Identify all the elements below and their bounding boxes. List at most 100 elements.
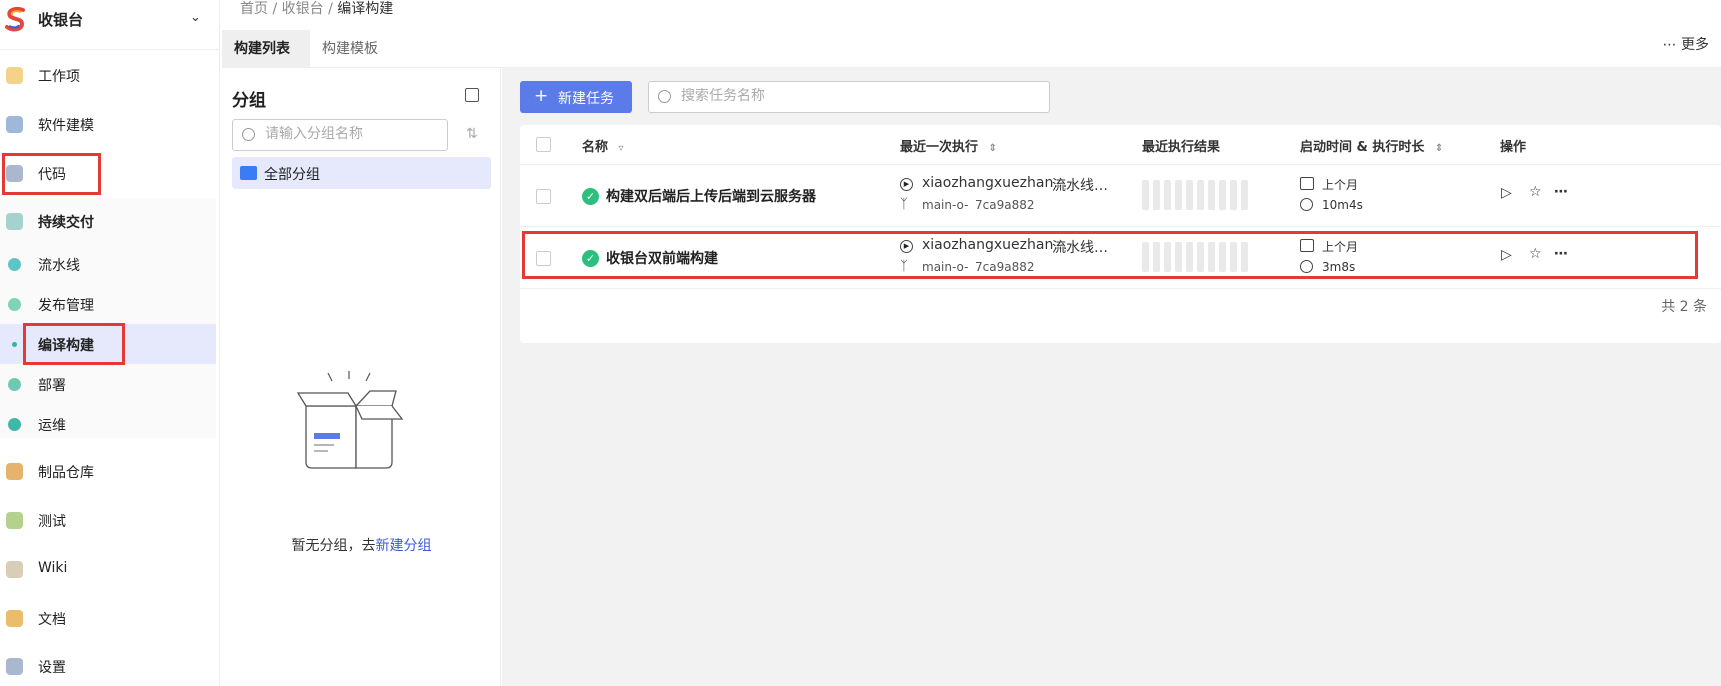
result-bar	[1208, 180, 1215, 210]
delivery-icon	[6, 213, 23, 230]
tab-build-list[interactable]: 构建列表	[222, 30, 310, 68]
tab-build-template[interactable]: 构建模板	[310, 30, 398, 68]
breadcrumb-home[interactable]: 首页	[240, 1, 268, 17]
new-task-label: 新建任务	[558, 91, 614, 107]
testing-icon	[6, 512, 23, 529]
table-header: 名称 ▿ 最近一次执行 ⇕ 最近执行结果 启动时间 & 执行时长 ⇕ 操作	[520, 125, 1721, 165]
new-task-button[interactable]: + 新建任务	[520, 81, 632, 113]
ops-icon	[8, 418, 21, 431]
table-row[interactable]: ✓ 构建双后端后上传后端到云服务器 ▶ xiaozhangxuezhan… 流水…	[520, 165, 1721, 227]
column-label: 启动时间 & 执行时长	[1300, 140, 1425, 155]
play-circle-icon: ▶	[900, 178, 913, 191]
result-bar	[1230, 180, 1237, 210]
sidebar-item-wiki[interactable]: Wiki	[0, 549, 216, 589]
top-bar: 首页 / 收银台 / 编译构建 构建列表 构建模板 ⋯ 更多	[222, 0, 1721, 68]
column-header-last-result: 最近执行结果	[1142, 136, 1220, 155]
sort-icon[interactable]: ⇕	[1435, 143, 1443, 154]
sidebar-item-pipeline[interactable]: 流水线	[0, 244, 216, 284]
chevron-down-icon[interactable]: ⌄	[190, 10, 201, 25]
sidebar-item-delivery[interactable]: 持续交付	[0, 201, 216, 241]
group-search	[232, 119, 448, 151]
clock-icon	[1300, 198, 1313, 211]
highlight-box-code	[2, 153, 101, 195]
empty-message: 暂无分组，去	[291, 538, 376, 554]
search-icon	[242, 128, 255, 141]
group-item-all[interactable]: 全部分组	[232, 157, 491, 189]
sidebar-item-label: 持续交付	[38, 215, 94, 231]
run-repo[interactable]: xiaozhangxuezhan…	[922, 175, 1067, 191]
highlight-box-build	[23, 323, 125, 365]
more-label: 更多	[1681, 37, 1709, 53]
star-icon[interactable]: ☆	[1529, 184, 1542, 200]
sidebar-item-deploy[interactable]: 部署	[0, 364, 216, 404]
column-label: 操作	[1500, 140, 1527, 155]
column-header-ops: 操作	[1500, 136, 1526, 155]
calendar-icon	[1300, 177, 1314, 190]
sidebar-item-label: 软件建模	[38, 118, 94, 134]
sidebar-item-label: 运维	[38, 418, 66, 434]
sort-icon[interactable]: ⇕	[989, 143, 997, 154]
sidebar-item-testing[interactable]: 测试	[0, 500, 216, 540]
group-item-label: 全部分组	[264, 167, 320, 183]
sidebar-item-label: 工作项	[38, 69, 80, 85]
collapse-panel-icon[interactable]	[465, 88, 479, 102]
highlight-box-row	[522, 231, 1698, 279]
task-name-link[interactable]: 构建双后端后上传后端到云服务器	[606, 186, 816, 206]
result-bars	[1142, 180, 1248, 210]
run-icon[interactable]: ▷	[1501, 185, 1512, 201]
sidebar-item-settings[interactable]: 设置	[0, 646, 216, 686]
sidebar-item-docs[interactable]: 文档	[0, 598, 216, 638]
result-bar	[1142, 180, 1149, 210]
result-bar	[1241, 180, 1248, 210]
modeling-icon	[6, 116, 23, 133]
more-actions-icon[interactable]: ⋯	[1554, 184, 1568, 200]
app-name: 收银台	[38, 11, 84, 29]
result-bar	[1197, 180, 1204, 210]
sidebar-item-label: 制品仓库	[38, 465, 94, 481]
run-pipeline[interactable]: 流水线…	[1052, 175, 1108, 195]
group-title: 分组	[232, 91, 266, 111]
app-switcher[interactable]: 收银台 ⌄	[0, 0, 220, 50]
tab-label: 构建列表	[234, 41, 290, 57]
sidebar-item-label: 流水线	[38, 258, 80, 274]
breadcrumb: 首页 / 收银台 / 编译构建	[240, 0, 393, 18]
release-icon	[8, 298, 21, 311]
deploy-icon	[8, 378, 21, 391]
wiki-icon	[6, 561, 23, 578]
breadcrumb-project[interactable]: 收银台	[282, 1, 324, 17]
more-button[interactable]: ⋯ 更多	[1663, 34, 1709, 54]
plus-icon: +	[534, 86, 549, 106]
sidebar-item-modeling[interactable]: 软件建模	[0, 104, 216, 144]
group-search-input[interactable]	[265, 126, 440, 142]
empty-group-text: 暂无分组，去新建分组	[222, 535, 501, 555]
total-count: 共 2 条	[1661, 299, 1707, 315]
empty-box-illustration	[296, 371, 404, 469]
pipeline-icon	[8, 258, 21, 271]
result-bar	[1219, 180, 1226, 210]
result-bar	[1153, 180, 1160, 210]
sidebar-item-workitems[interactable]: 工作项	[0, 55, 216, 95]
docs-icon	[6, 610, 23, 627]
start-time: 上个月	[1322, 178, 1359, 192]
task-search-input[interactable]	[681, 88, 1041, 104]
branch-name: main	[922, 198, 952, 212]
collapse-all-icon[interactable]: ⇅	[466, 126, 478, 142]
row-checkbox[interactable]	[536, 189, 551, 204]
result-bar	[1186, 180, 1193, 210]
breadcrumb-current: 编译构建	[337, 1, 394, 17]
filter-icon[interactable]: ▿	[619, 143, 624, 154]
artifacts-icon	[6, 463, 23, 480]
active-dot-icon	[12, 342, 17, 347]
commit-hash[interactable]: 7ca9a882	[975, 198, 1034, 212]
select-all-checkbox[interactable]	[536, 137, 551, 152]
sidebar-item-release[interactable]: 发布管理	[0, 284, 216, 324]
sidebar-item-artifacts[interactable]: 制品仓库	[0, 451, 216, 491]
new-group-link[interactable]: 新建分组	[376, 538, 432, 554]
sidebar-item-ops[interactable]: 运维	[0, 404, 216, 444]
folder-icon	[240, 166, 257, 180]
branch-icon: ᛉ	[900, 197, 908, 212]
commit-icon: -o-	[952, 198, 969, 212]
app-logo-icon	[5, 6, 25, 32]
tab-label: 构建模板	[322, 41, 378, 57]
workitem-icon	[6, 67, 23, 84]
